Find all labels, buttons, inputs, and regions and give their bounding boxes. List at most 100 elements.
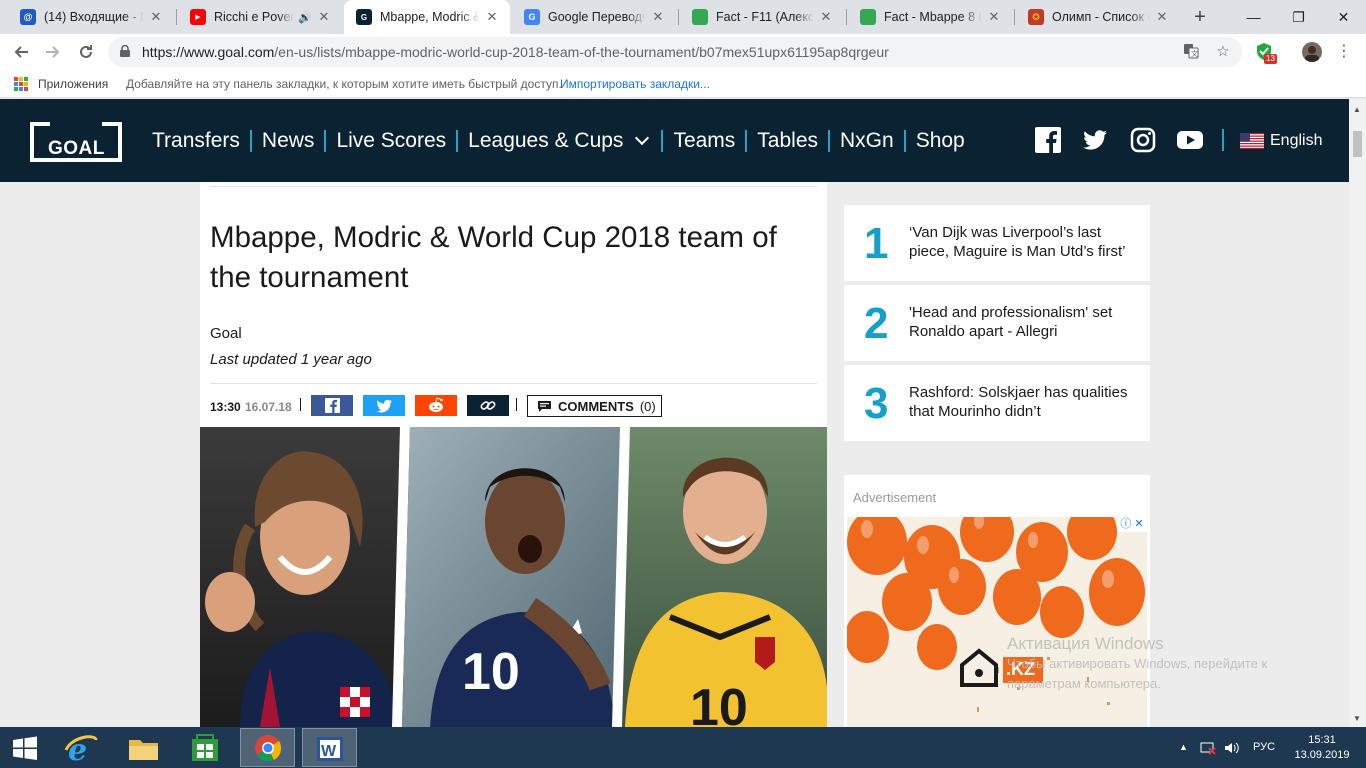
nav-tables[interactable]: Tables xyxy=(757,129,818,153)
twitter-share-button[interactable] xyxy=(363,395,405,416)
word-icon: W xyxy=(317,737,343,761)
goal-logo[interactable]: GOAL xyxy=(30,122,122,162)
ad-info-close-icon[interactable]: ⓘ ✕ xyxy=(1117,517,1147,532)
file-explorer-taskbar-button[interactable] xyxy=(116,728,171,767)
taskbar-clock[interactable]: 15:31 13.09.2019 xyxy=(1294,733,1350,763)
browser-tab-active[interactable]: G Mbappe, Modric & ✕ xyxy=(344,0,510,34)
tab-divider xyxy=(176,9,177,25)
comment-icon xyxy=(538,400,551,412)
facebook-icon[interactable] xyxy=(1035,127,1061,153)
reddit-icon xyxy=(429,397,443,412)
trending-item[interactable]: 1 ‘Van Dijk was Liverpool’s last piece, … xyxy=(844,205,1150,281)
forward-button[interactable] xyxy=(40,39,66,65)
reload-button[interactable] xyxy=(73,39,99,65)
nav-divider xyxy=(661,130,664,152)
audio-playing-icon[interactable]: 🔊 xyxy=(298,11,312,24)
import-bookmarks-link[interactable]: Импортировать закладки... xyxy=(560,77,710,91)
nav-divider xyxy=(745,130,748,152)
volume-icon[interactable] xyxy=(1224,741,1240,758)
arrow-left-icon xyxy=(14,46,28,58)
copy-link-button[interactable] xyxy=(467,395,509,416)
facebook-icon xyxy=(325,398,340,413)
comments-button[interactable]: COMMENTS (0) xyxy=(527,395,662,417)
close-window-button[interactable]: ✕ xyxy=(1321,0,1366,34)
avatar-icon xyxy=(1305,46,1319,62)
tab-close-icon[interactable]: ✕ xyxy=(484,9,500,25)
instagram-icon[interactable] xyxy=(1130,127,1156,153)
internet-explorer-taskbar-button[interactable]: e xyxy=(54,728,109,768)
tab-close-icon[interactable]: ✕ xyxy=(818,9,834,25)
tab-close-icon[interactable]: ✕ xyxy=(148,9,164,25)
meta-divider xyxy=(300,398,301,411)
tab-title: Google Переводчик xyxy=(548,10,646,24)
scroll-up-icon[interactable]: ▲ xyxy=(1353,105,1361,114)
tab-close-icon[interactable]: ✕ xyxy=(1154,9,1170,25)
chrome-taskbar-button[interactable] xyxy=(240,728,295,767)
input-language-indicator[interactable]: РУС xyxy=(1253,741,1275,753)
start-button[interactable] xyxy=(0,728,50,767)
svg-text:W: W xyxy=(321,743,337,760)
browser-tab[interactable]: ✪ Олимп - Список с ✕ xyxy=(1016,0,1180,34)
tab-close-icon[interactable]: ✕ xyxy=(650,9,666,25)
scrollbar-thumb[interactable] xyxy=(1353,131,1362,157)
youtube-icon[interactable] xyxy=(1177,127,1203,153)
minimize-button[interactable]: — xyxy=(1231,0,1276,34)
bookmark-star-icon[interactable]: ☆ xyxy=(1214,43,1232,61)
extension-shield-icon[interactable]: 13 xyxy=(1256,42,1277,64)
trending-headline[interactable]: Rashford: Solskjaer has qualities that M… xyxy=(909,383,1141,421)
ad-banner[interactable]: .KZ ⓘ ✕ xyxy=(847,517,1147,727)
us-flag-icon[interactable] xyxy=(1240,133,1264,149)
apps-grid-icon[interactable] xyxy=(14,77,28,91)
divider xyxy=(210,186,817,187)
chevron-down-icon[interactable] xyxy=(635,130,650,146)
chrome-menu-icon[interactable]: ⋮ xyxy=(1334,42,1354,62)
trending-headline[interactable]: 'Head and professionalism' set Ronaldo a… xyxy=(909,303,1141,341)
page-scrollbar[interactable]: ▲ ▼ xyxy=(1349,99,1366,727)
apps-link[interactable]: Приложения xyxy=(38,77,108,91)
tab-close-icon[interactable]: ✕ xyxy=(986,9,1002,25)
twitter-icon[interactable] xyxy=(1082,127,1108,153)
clock-time: 15:31 xyxy=(1308,734,1336,746)
nav-leagues-cups[interactable]: Leagues & Cups xyxy=(468,129,623,153)
mail-favicon-icon: @ xyxy=(20,9,36,25)
translate-icon[interactable]: 文 xyxy=(1182,43,1200,61)
window-controls: — ❐ ✕ xyxy=(1231,0,1366,34)
facebook-share-button[interactable] xyxy=(311,395,353,416)
nav-teams[interactable]: Teams xyxy=(673,129,735,153)
browser-tab[interactable]: G Google Переводчик ✕ xyxy=(512,0,676,34)
profile-avatar[interactable] xyxy=(1302,42,1322,62)
back-button[interactable] xyxy=(8,39,34,65)
store-taskbar-button[interactable] xyxy=(178,728,233,767)
tab-close-icon[interactable]: ✕ xyxy=(316,9,332,25)
nav-divider xyxy=(903,130,906,152)
tab-divider xyxy=(846,9,847,25)
new-tab-button[interactable]: + xyxy=(1187,4,1213,30)
comments-count: (0) xyxy=(639,398,656,414)
show-hidden-icons-icon[interactable]: ▲ xyxy=(1179,742,1188,752)
divider xyxy=(210,383,817,384)
nav-news[interactable]: News xyxy=(262,129,315,153)
nav-shop[interactable]: Shop xyxy=(916,129,965,153)
lang-divider xyxy=(1222,129,1224,151)
nav-live-scores[interactable]: Live Scores xyxy=(336,129,446,153)
tab-title: Ricchi e Poveri xyxy=(214,10,295,24)
network-status-icon[interactable] xyxy=(1200,741,1216,758)
nav-nxgn[interactable]: NxGn xyxy=(840,129,894,153)
restore-button[interactable]: ❐ xyxy=(1276,0,1321,34)
trending-headline[interactable]: ‘Van Dijk was Liverpool’s last piece, Ma… xyxy=(909,223,1141,261)
trending-rank: 3 xyxy=(864,379,889,428)
scroll-down-icon[interactable]: ▼ xyxy=(1353,714,1361,723)
address-bar[interactable]: https://www.goal.com/en-us/lists/mbappe-… xyxy=(108,37,1242,67)
article-author[interactable]: Goal xyxy=(210,325,242,342)
browser-tab[interactable]: @ (14) Входящие - По ✕ xyxy=(8,0,174,34)
trending-item[interactable]: 2 'Head and professionalism' set Ronaldo… xyxy=(844,285,1150,361)
reddit-share-button[interactable] xyxy=(415,395,457,416)
browser-tab[interactable]: Fact - F11 (Алексан ✕ xyxy=(680,0,844,34)
nav-transfers[interactable]: Transfers xyxy=(152,129,240,153)
language-selector[interactable]: English xyxy=(1270,132,1322,150)
ad-brand-text: .KZ xyxy=(1006,659,1035,679)
browser-tab[interactable]: Fact - Mbappe 8 (А ✕ xyxy=(848,0,1012,34)
browser-tab[interactable]: ▶ Ricchi e Poveri 🔊 ✕ xyxy=(178,0,342,34)
word-taskbar-button[interactable]: W xyxy=(302,728,357,767)
trending-item[interactable]: 3 Rashford: Solskjaer has qualities that… xyxy=(844,365,1150,441)
